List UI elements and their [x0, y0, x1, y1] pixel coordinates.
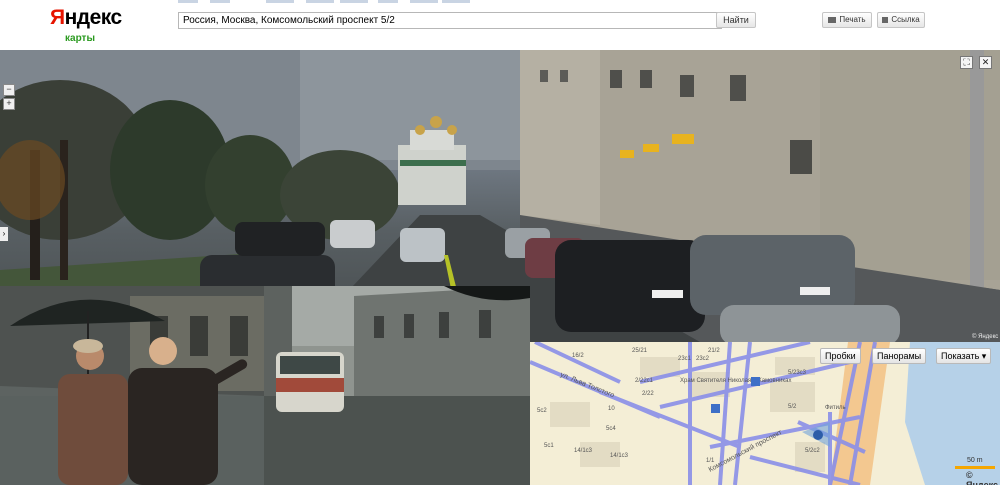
house-number: 14/1с3	[574, 448, 593, 454]
house-number: 14/1с3	[610, 453, 629, 459]
search-input[interactable]: Россия, Москва, Комсомольский проспект 5…	[178, 12, 722, 29]
film-still-bus	[264, 286, 530, 485]
poi-label-fitil: Фитиль	[825, 405, 846, 411]
panorama-position-icon[interactable]	[813, 430, 823, 440]
zoom-in-button[interactable]: +	[3, 98, 15, 110]
map[interactable]: ул. Льва Толстого Комсомольский проспект…	[530, 342, 1000, 485]
top-strip	[266, 0, 294, 3]
top-strip	[410, 0, 438, 3]
close-icon[interactable]: ✕	[979, 56, 992, 69]
link-label: Ссылка	[891, 15, 920, 24]
house-number: 5с1	[544, 443, 554, 449]
film-still-umbrella	[0, 286, 264, 485]
scale-bar	[955, 466, 995, 469]
find-button[interactable]: Найти	[716, 12, 756, 28]
show-dropdown-label: Показать	[941, 351, 980, 361]
house-number: 25/21	[632, 348, 648, 354]
expand-icon[interactable]: ⛶	[960, 56, 973, 69]
map-copyright: © Яндекс	[966, 470, 999, 485]
house-number: 5с4	[606, 426, 616, 432]
metro-icon[interactable]	[751, 377, 760, 386]
house-number: 5/23с3	[788, 370, 807, 376]
house-number: 2/22	[642, 391, 654, 397]
zoom-out-button[interactable]: −	[3, 84, 15, 96]
panorama-copyright: © Яндекс	[972, 334, 999, 340]
traffic-button[interactable]: Пробки	[820, 348, 861, 364]
header: Яндекс карты Россия, Москва, Комсомольск…	[0, 0, 1000, 50]
metro-icon[interactable]	[711, 404, 720, 413]
film-still-bus-image	[264, 286, 530, 485]
house-number: 5/2	[788, 404, 797, 410]
top-strip	[306, 0, 334, 3]
house-number: 21/2	[708, 348, 720, 354]
top-strip	[340, 0, 368, 3]
logo-subtitle[interactable]: карты	[65, 33, 95, 44]
link-button[interactable]: Ссылка	[877, 12, 925, 28]
chevron-down-icon: ▾	[981, 351, 987, 361]
house-number: 23с2	[696, 356, 710, 362]
house-number: 10	[608, 406, 615, 412]
printer-icon	[828, 16, 837, 23]
panoramas-button[interactable]: Панорамы	[872, 348, 927, 364]
link-icon	[882, 16, 889, 23]
top-strip	[378, 0, 398, 3]
scale-label: 50 m	[967, 457, 983, 464]
house-number: 1/1	[706, 458, 715, 464]
house-number: 5с2	[537, 408, 547, 414]
yandex-logo[interactable]: Яндекс	[50, 6, 122, 30]
show-dropdown[interactable]: Показать ▾	[936, 348, 992, 364]
film-still-umbrella-image	[0, 286, 264, 485]
top-strip	[442, 0, 470, 3]
map-canvas[interactable]: ул. Льва Толстого Комсомольский проспект…	[530, 342, 1000, 485]
print-button[interactable]: Печать	[822, 12, 872, 28]
house-number: 2/22с1	[635, 378, 654, 384]
top-strip	[210, 0, 230, 3]
house-number: 16/2	[572, 353, 584, 359]
logo-first-letter: Я	[50, 6, 65, 29]
top-strip	[178, 0, 198, 3]
logo-rest: ндекс	[64, 6, 123, 29]
house-number: 5/2с2	[805, 448, 820, 454]
house-number: 23с1	[678, 356, 692, 362]
pan-left-arrow-icon[interactable]: ›	[0, 227, 8, 241]
poi-label-church: Храм Святителя Николая в Хамовниках	[680, 378, 791, 384]
print-label: Печать	[839, 15, 866, 24]
